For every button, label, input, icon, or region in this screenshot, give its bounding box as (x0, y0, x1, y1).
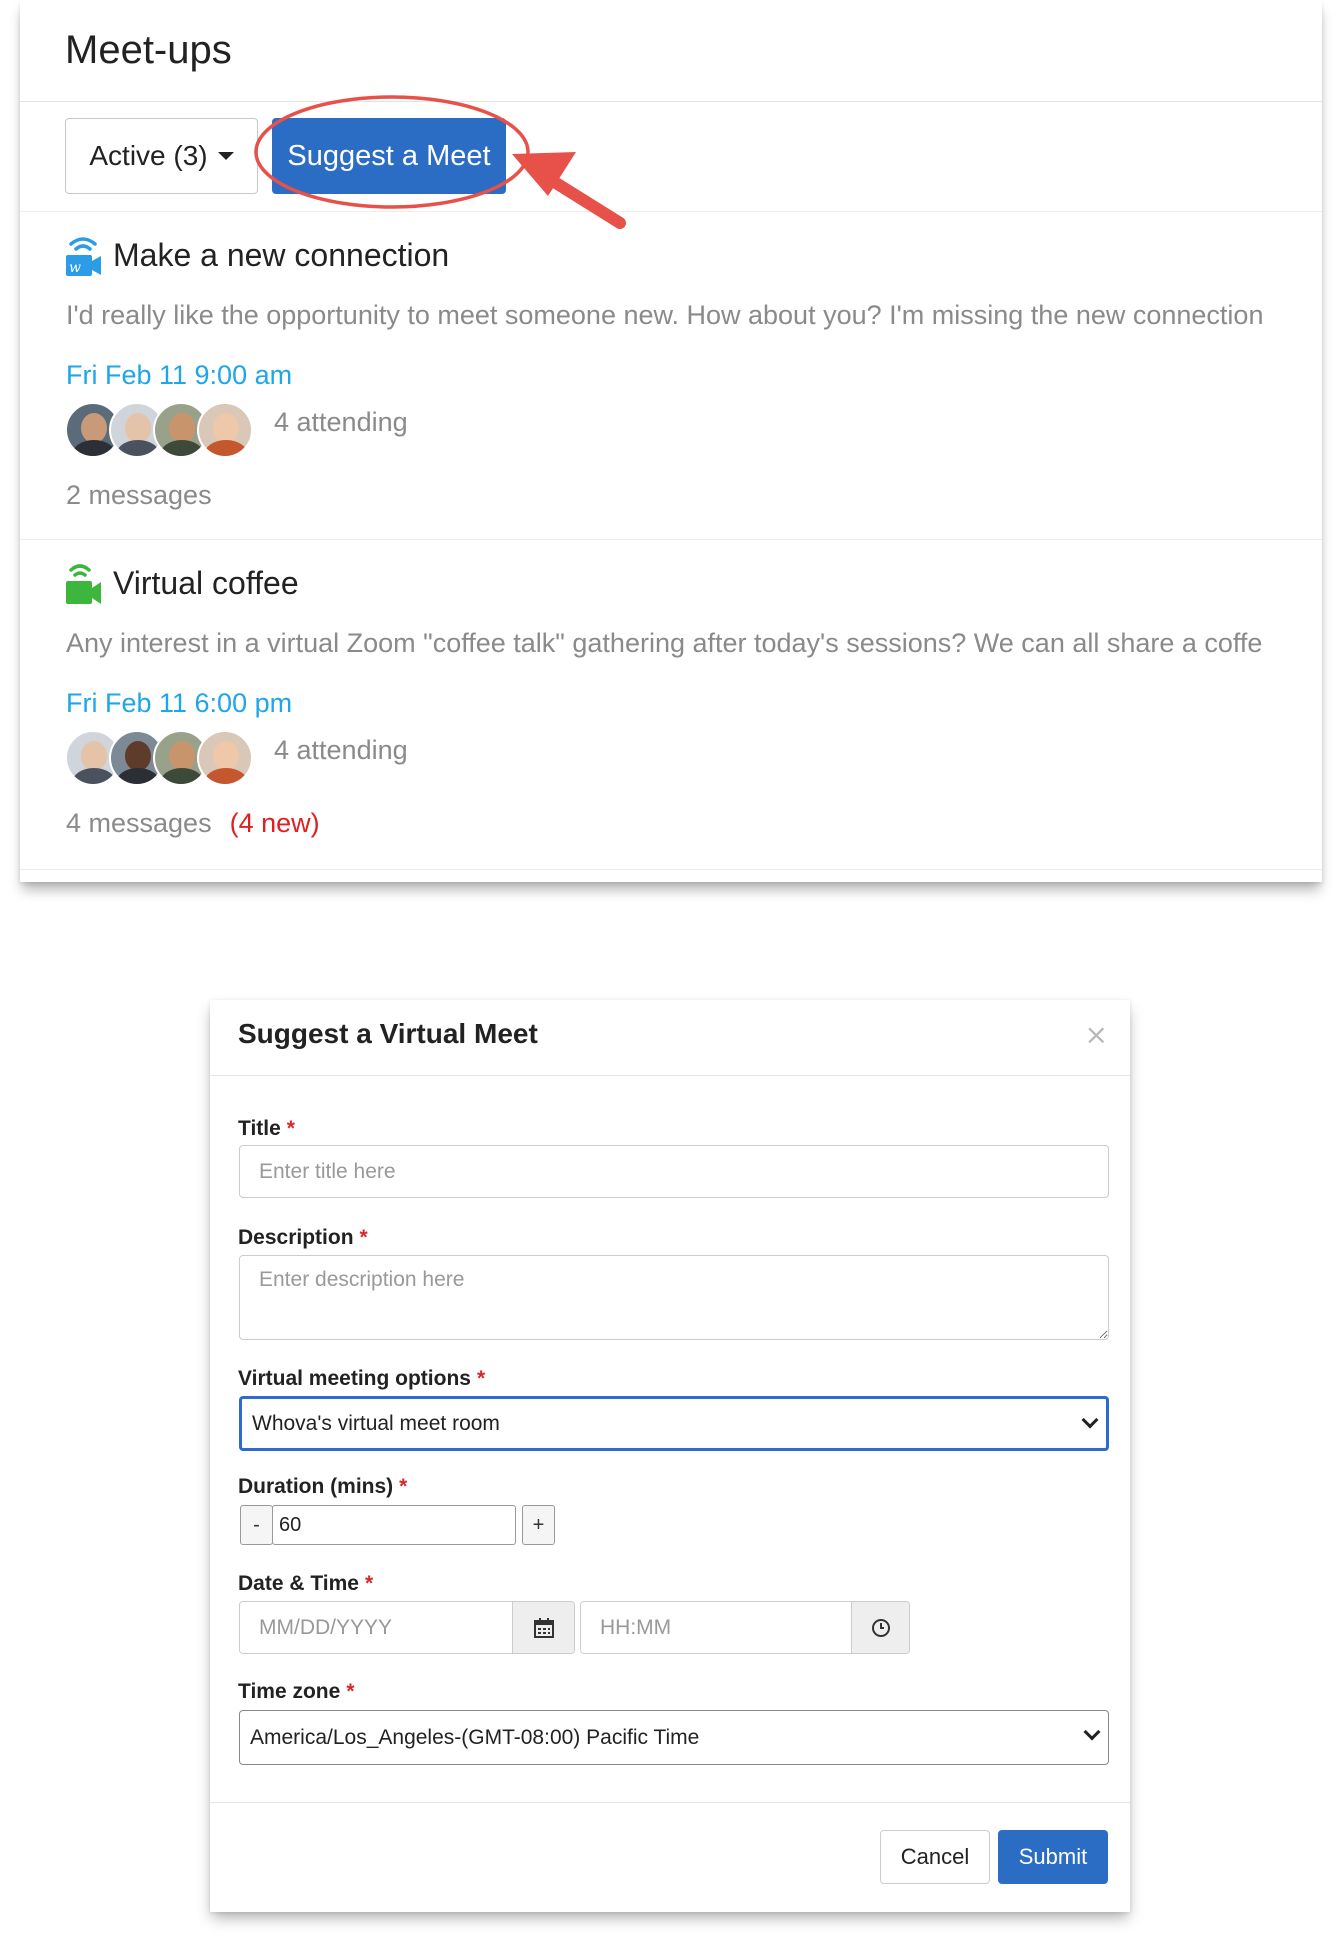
close-icon[interactable]: × (1085, 1018, 1108, 1051)
whova-video-icon: w (66, 237, 101, 276)
modal-title: Suggest a Virtual Meet (238, 1018, 538, 1049)
suggest-meet-button[interactable]: Suggest a Meet (272, 118, 506, 194)
submit-button[interactable]: Submit (998, 1830, 1108, 1884)
timezone-label-text: Time zone (238, 1680, 341, 1703)
chevron-down-icon (1081, 1411, 1099, 1429)
avatar (197, 730, 253, 786)
required-mark: * (399, 1475, 408, 1498)
meetup-title: Make a new connection (113, 236, 450, 273)
description-textarea[interactable] (239, 1255, 1109, 1340)
active-filter-label: Active (3) (89, 140, 208, 171)
virtual-options-value: Whova's virtual meet room (252, 1411, 500, 1435)
title-label-text: Title (238, 1117, 281, 1140)
messages-count[interactable]: 4 messages (4 new) (66, 808, 320, 839)
datetime-label: Date & Time * (238, 1572, 373, 1596)
meetup-description: I'd really like the opportunity to meet … (66, 300, 1264, 330)
virtual-options-label-text: Virtual meeting options (238, 1367, 471, 1390)
meetups-panel: Meet-ups Active (3) Suggest a Meet w Mak… (20, 0, 1322, 882)
timezone-label: Time zone * (238, 1680, 355, 1704)
modal-footer: Cancel Submit (210, 1802, 1130, 1912)
attendee-avatars[interactable] (65, 730, 253, 786)
timezone-select[interactable]: America/Los_Angeles-(GMT-08:00) Pacific … (239, 1710, 1109, 1765)
calendar-icon[interactable] (512, 1602, 574, 1653)
duration-label-text: Duration (mins) (238, 1475, 394, 1498)
attending-count: 4 attending (274, 407, 408, 437)
attending-count: 4 attending (274, 735, 408, 765)
page-title: Meet-ups (65, 28, 232, 72)
svg-text:w: w (69, 260, 81, 276)
virtual-options-label: Virtual meeting options * (238, 1367, 485, 1391)
messages-label: 2 messages (66, 480, 212, 510)
chevron-down-icon (1083, 1723, 1101, 1741)
duration-increment-button[interactable]: + (522, 1505, 555, 1545)
new-messages-badge: (4 new) (229, 808, 320, 838)
time-input-group (580, 1601, 910, 1654)
meetup-date[interactable]: Fri Feb 11 6:00 pm (66, 688, 292, 719)
clock-icon[interactable] (851, 1602, 909, 1653)
avatar (197, 402, 253, 458)
suggest-meet-modal: Suggest a Virtual Meet × Title* Descript… (210, 1000, 1130, 1912)
toolbar: Active (3) Suggest a Meet (20, 102, 1322, 212)
required-mark: * (286, 1117, 295, 1140)
virtual-options-select[interactable]: Whova's virtual meet room (239, 1396, 1109, 1451)
meetup-item[interactable]: w Make a new connection I'd really like … (20, 212, 1322, 540)
required-mark: * (476, 1367, 486, 1390)
attendee-avatars[interactable] (65, 402, 253, 458)
duration-label: Duration (mins) * (238, 1475, 407, 1499)
panel-header: Meet-ups (20, 0, 1322, 102)
title-label: Title * (238, 1117, 295, 1141)
meetup-title-row: Virtual coffee (65, 560, 299, 606)
meetup-item[interactable]: Virtual coffee Any interest in a virtual… (20, 540, 1322, 870)
meetup-title-row: w Make a new connection (65, 232, 449, 278)
meetup-title: Virtual coffee (113, 564, 299, 601)
messages-label: 4 messages (66, 808, 212, 838)
cancel-button[interactable]: Cancel (880, 1830, 990, 1884)
active-filter-dropdown[interactable]: Active (3) (65, 118, 258, 194)
required-mark: * (346, 1680, 355, 1703)
caret-down-icon (217, 152, 234, 160)
time-input[interactable] (581, 1602, 851, 1653)
description-label: Description * (238, 1226, 368, 1250)
messages-count[interactable]: 2 messages (66, 480, 212, 511)
timezone-value: America/Los_Angeles-(GMT-08:00) Pacific … (250, 1725, 700, 1749)
date-input-group (239, 1601, 575, 1654)
duration-decrement-button[interactable]: - (240, 1505, 273, 1545)
meetup-description: Any interest in a virtual Zoom "coffee t… (66, 628, 1263, 658)
description-label-text: Description (238, 1226, 354, 1249)
modal-header: Suggest a Virtual Meet × (210, 1000, 1130, 1076)
meetup-date[interactable]: Fri Feb 11 9:00 am (66, 360, 292, 391)
required-mark: * (359, 1226, 368, 1249)
zoom-video-icon (66, 564, 101, 604)
duration-input[interactable] (272, 1505, 516, 1545)
datetime-label-text: Date & Time (238, 1572, 359, 1595)
date-input[interactable] (240, 1602, 512, 1653)
title-input[interactable] (239, 1145, 1109, 1198)
required-mark: * (365, 1572, 374, 1595)
